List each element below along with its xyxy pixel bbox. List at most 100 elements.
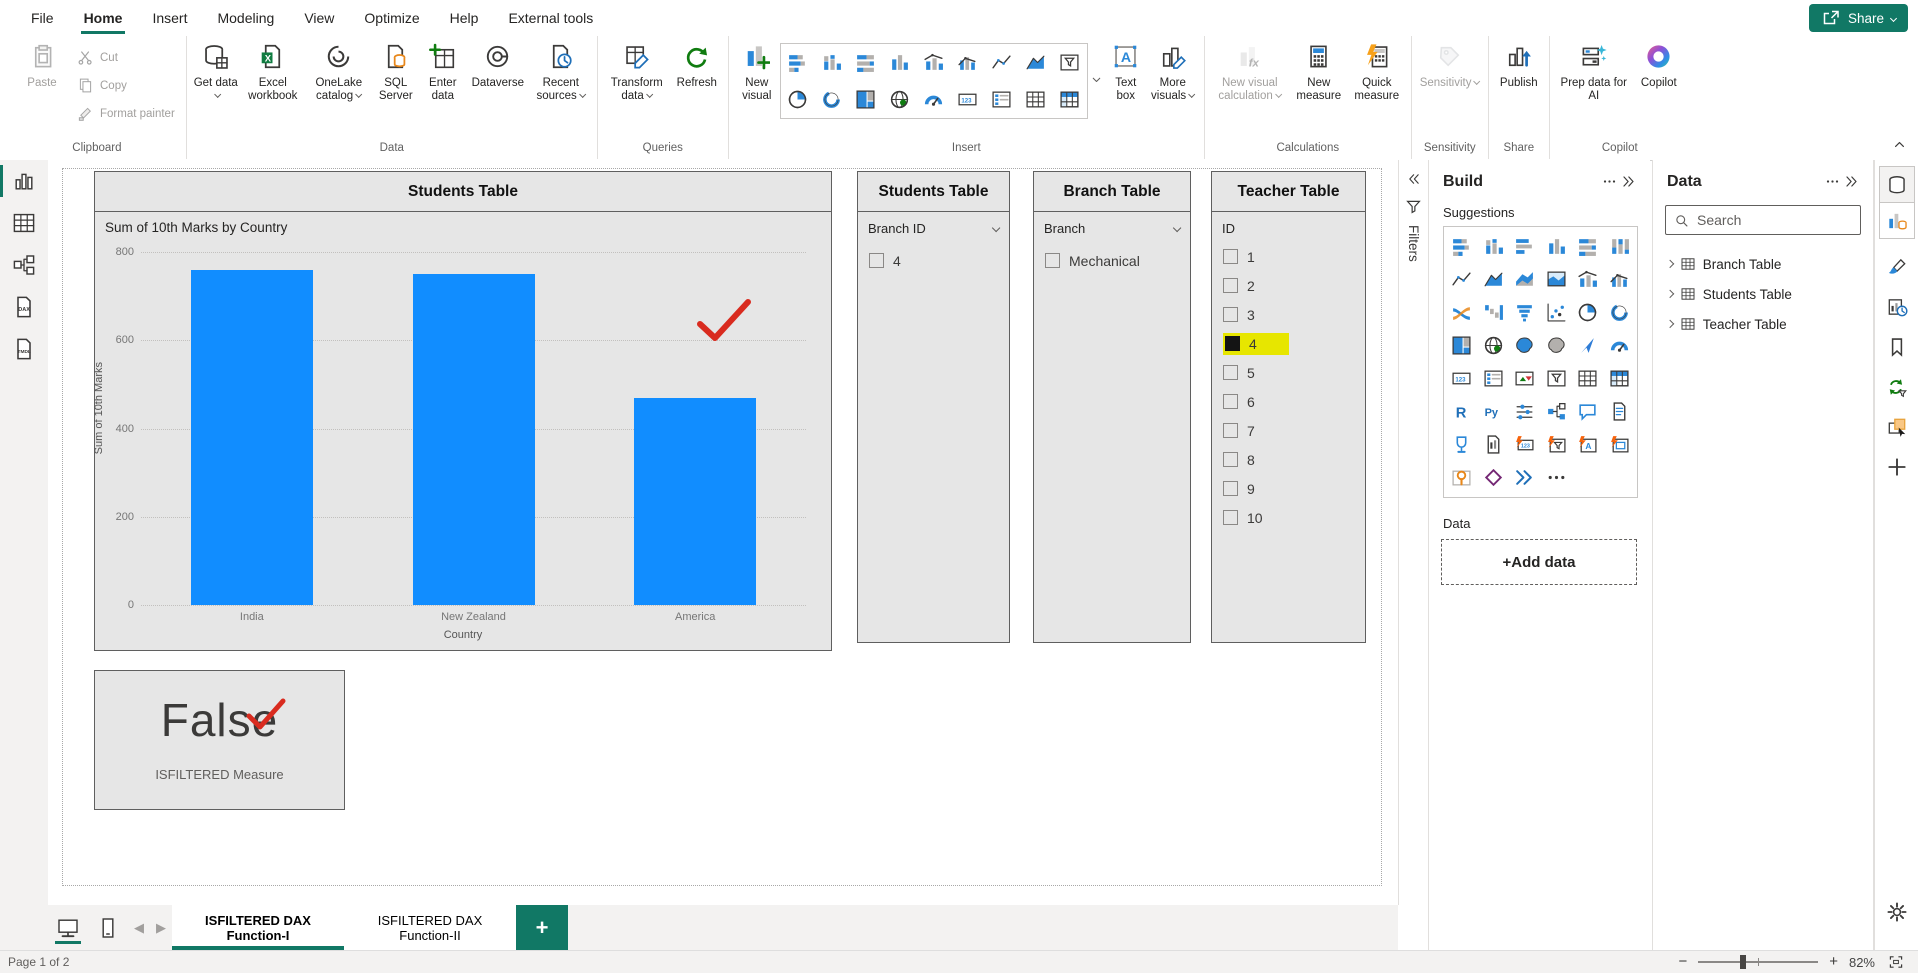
report-data-pane-button[interactable] — [1880, 203, 1914, 238]
suggestion-100-stacked-bar-chart[interactable] — [1577, 236, 1598, 257]
menu-item-insert[interactable]: Insert — [137, 0, 202, 36]
gallery-visual-area-chart[interactable] — [1025, 52, 1046, 73]
slicer-item-1[interactable]: 1 — [1222, 242, 1357, 271]
slicer-item-2[interactable]: 2 — [1222, 271, 1357, 300]
suggestion-card[interactable]: 123 — [1451, 368, 1472, 389]
suggestion-line-stacked-column-chart[interactable] — [1577, 269, 1598, 290]
bar-chart-visual[interactable]: Students Table Sum of 10th Marks by Coun… — [94, 171, 832, 651]
suggestion-power-apps[interactable] — [1483, 467, 1504, 488]
checkbox[interactable] — [1223, 510, 1238, 525]
checkbox[interactable] — [1223, 423, 1238, 438]
suggestion-slicer[interactable] — [1546, 368, 1567, 389]
add-data-button[interactable]: +Add data — [1441, 539, 1637, 585]
menu-item-home[interactable]: Home — [69, 0, 138, 36]
suggestion-clustered-bar-chart[interactable] — [1514, 236, 1535, 257]
copilot-button[interactable]: Copilot — [1633, 41, 1685, 92]
previous-page-button[interactable]: ◀ — [128, 905, 150, 950]
checkbox[interactable] — [1223, 394, 1238, 409]
bar-new-zealand[interactable] — [413, 274, 535, 605]
suggestion-filled-map[interactable] — [1514, 335, 1535, 356]
expand-filters-button[interactable] — [1405, 170, 1423, 188]
checkbox[interactable] — [1223, 365, 1238, 380]
add-button[interactable] — [1875, 447, 1918, 487]
suggestion-treemap[interactable] — [1451, 335, 1472, 356]
bar-america[interactable] — [634, 398, 756, 605]
get-data-button[interactable]: Get data — [192, 41, 240, 105]
checkbox[interactable] — [869, 253, 884, 268]
menu-item-modeling[interactable]: Modeling — [202, 0, 289, 36]
chevron-right-icon[interactable] — [1666, 260, 1674, 268]
slicer-item-8[interactable]: 8 — [1222, 445, 1357, 474]
gallery-visual-table[interactable] — [1025, 89, 1046, 110]
gallery-visual-slicer[interactable] — [1059, 52, 1080, 73]
gallery-visual-card[interactable]: 123 — [957, 89, 978, 110]
nav-table-view[interactable] — [0, 202, 48, 244]
gallery-visual-100-stacked-bar-chart[interactable] — [855, 52, 876, 73]
format-painter-button[interactable]: Format painter — [71, 101, 181, 126]
menu-item-help[interactable]: Help — [435, 0, 494, 36]
isfiltered-card-visual[interactable]: False ISFILTERED Measure — [94, 670, 345, 810]
suggestion-100-stacked-area-chart[interactable] — [1546, 269, 1567, 290]
chevron-down-icon[interactable] — [1173, 224, 1182, 233]
new-visual-button[interactable]: New visual — [734, 41, 780, 105]
suggestion-new-card[interactable]: 123 — [1514, 434, 1535, 455]
suggestion-matrix[interactable] — [1609, 368, 1630, 389]
suggestion-multi-row-card[interactable] — [1483, 368, 1504, 389]
desktop-view-button[interactable] — [48, 905, 88, 950]
suggestion-power-automate[interactable] — [1514, 467, 1535, 488]
checkbox[interactable] — [1223, 249, 1238, 264]
nav-report-view[interactable] — [0, 160, 48, 202]
gallery-visual-pie-chart[interactable] — [787, 89, 808, 110]
mobile-view-button[interactable] — [88, 905, 128, 950]
suggestion-donut-chart[interactable] — [1609, 302, 1630, 323]
gallery-visual-multi-row-card[interactable] — [991, 89, 1012, 110]
table-node-teacher-table[interactable]: Teacher Table — [1653, 309, 1873, 339]
gallery-more-button[interactable] — [1088, 71, 1105, 91]
search-box[interactable] — [1665, 205, 1861, 235]
collapse-pane-button[interactable] — [1842, 172, 1861, 191]
sql-server-button[interactable]: SQL Server — [372, 41, 420, 105]
checkbox[interactable] — [1223, 307, 1238, 322]
nav-model-view[interactable] — [0, 244, 48, 286]
suggestion-map[interactable] — [1483, 335, 1504, 356]
share-button[interactable]: Share — [1809, 4, 1908, 32]
zoom-slider-thumb[interactable] — [1740, 955, 1746, 969]
checkbox-checked[interactable] — [1225, 336, 1240, 351]
branch-table-slicer[interactable]: Branch Table Branch Mechanical — [1033, 171, 1191, 643]
suggestion-text-slicer[interactable]: A — [1577, 434, 1598, 455]
slicer-item-6[interactable]: 6 — [1222, 387, 1357, 416]
suggestion-stacked-column-chart[interactable] — [1483, 236, 1504, 257]
suggestion-line-clustered-column-chart[interactable] — [1609, 269, 1630, 290]
suggestion-ribbon-chart[interactable] — [1451, 302, 1472, 323]
gallery-visual-stacked-bar-chart[interactable] — [787, 52, 808, 73]
new-visual-calculation-button[interactable]: fxNew visual calculation — [1210, 41, 1290, 105]
publish-button[interactable]: Publish — [1494, 41, 1544, 92]
suggestion-shape-map[interactable] — [1546, 335, 1567, 356]
suggestion-scatter-chart[interactable] — [1546, 302, 1567, 323]
quick-measure-button[interactable]: Quick measure — [1348, 41, 1406, 105]
gallery-visual-line-stacked-column-chart[interactable] — [923, 52, 944, 73]
slicer-item-4[interactable]: 4 — [1222, 329, 1357, 358]
suggestion-key-influencers[interactable] — [1514, 401, 1535, 422]
slicer-item-5[interactable]: 5 — [1222, 358, 1357, 387]
nav-tmdl-view[interactable]: TMDL — [0, 328, 48, 370]
menu-item-view[interactable]: View — [289, 0, 349, 36]
suggestion-funnel-chart[interactable] — [1514, 302, 1535, 323]
suggestion-area-chart[interactable] — [1483, 269, 1504, 290]
gallery-visual-line-clustered-column-chart[interactable] — [957, 52, 978, 73]
suggestion-more-options[interactable] — [1546, 467, 1567, 488]
suggestion-paginated-report[interactable] — [1483, 434, 1504, 455]
copy-button[interactable]: Copy — [71, 73, 181, 98]
excel-workbook-button[interactable]: XExcel workbook — [240, 41, 306, 105]
menu-item-file[interactable]: File — [16, 0, 69, 36]
menu-item-external-tools[interactable]: External tools — [493, 0, 608, 36]
page-tab-isfiltered-dax-function-ii[interactable]: ISFILTERED DAX Function-II — [344, 905, 516, 950]
suggestion-table[interactable] — [1577, 368, 1598, 389]
new-page-button[interactable]: + — [516, 905, 568, 950]
slicer-item-7[interactable]: 7 — [1222, 416, 1357, 445]
checkbox[interactable] — [1223, 278, 1238, 293]
menu-item-optimize[interactable]: Optimize — [349, 0, 434, 36]
teacher-table-slicer[interactable]: Teacher Table ID 12345678910 — [1211, 171, 1366, 643]
table-node-students-table[interactable]: Students Table — [1653, 279, 1873, 309]
slicer-item-Mechanical[interactable]: Mechanical — [1044, 246, 1182, 275]
